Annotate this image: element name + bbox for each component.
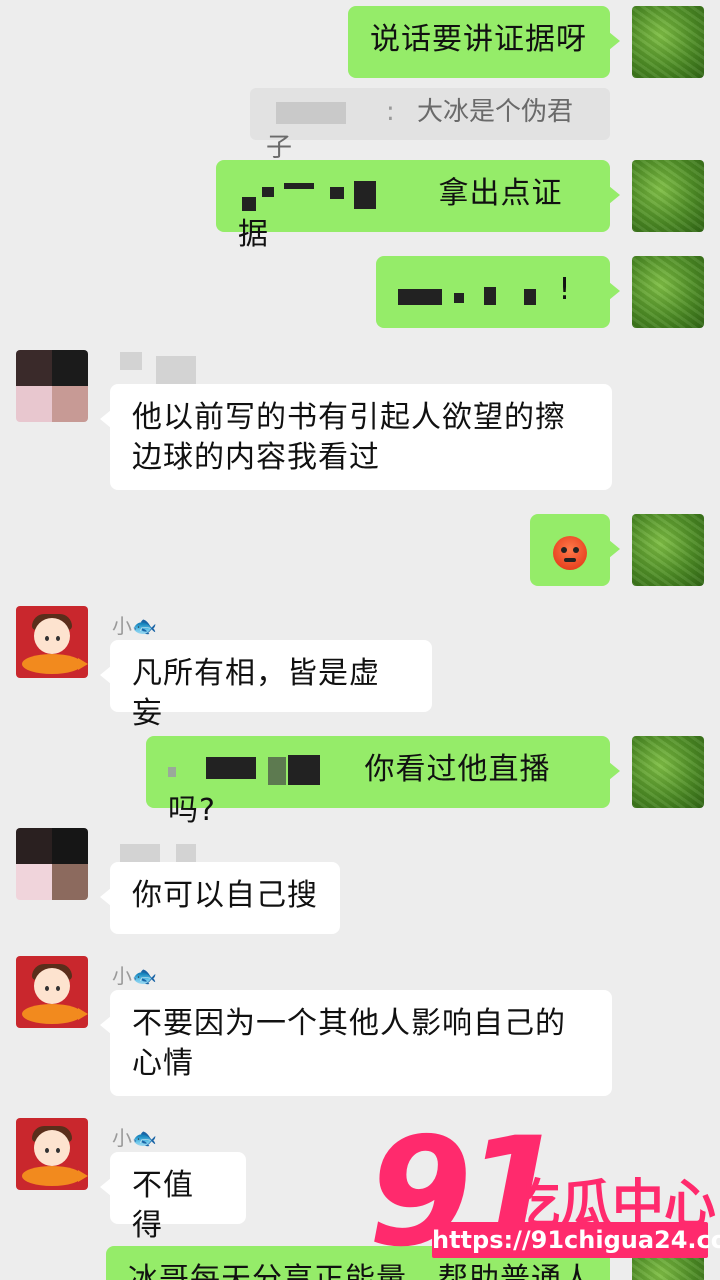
blurred-content xyxy=(238,175,408,215)
blurred-name xyxy=(276,101,346,124)
blurred-content xyxy=(398,271,548,311)
message-bubble[interactable]: 拿出点证据 xyxy=(216,160,620,252)
message-text: 不要因为一个其他人影响自己的心情 xyxy=(132,1006,566,1081)
message-bubble[interactable]: 你可以自己搜 xyxy=(100,862,340,934)
message-text: ! xyxy=(558,272,572,307)
message-text: 凡所有相，皆是虚妄 xyxy=(132,656,380,731)
message-text: 不值得 xyxy=(132,1168,194,1243)
angry-face-icon xyxy=(553,535,587,570)
my-avatar[interactable] xyxy=(632,6,704,78)
my-avatar[interactable] xyxy=(632,736,704,808)
sender-avatar[interactable] xyxy=(16,956,88,1028)
sender-avatar[interactable] xyxy=(16,350,88,422)
quoted-message[interactable]: : 大冰是个伪君子 xyxy=(250,88,610,163)
my-avatar[interactable] xyxy=(632,256,704,328)
message-bubble[interactable]: 不值得 xyxy=(100,1152,246,1243)
message-bubble[interactable]: ! xyxy=(376,256,620,328)
message-bubble[interactable]: 你看过他直播吗? xyxy=(146,736,620,828)
sender-name: 小🐟 xyxy=(112,964,157,988)
my-avatar[interactable] xyxy=(632,514,704,586)
blurred-content xyxy=(168,751,338,791)
sender-avatar[interactable] xyxy=(16,606,88,678)
sender-name: 小🐟 xyxy=(112,614,157,638)
message-text: 说话要讲证据呀 xyxy=(370,22,587,57)
sender-name: 小🐟 xyxy=(112,1126,157,1150)
message-bubble[interactable] xyxy=(530,514,620,586)
message-text: 你可以自己搜 xyxy=(132,878,318,913)
my-avatar[interactable] xyxy=(632,160,704,232)
message-bubble[interactable]: 不要因为一个其他人影响自己的心情 xyxy=(100,990,612,1096)
message-bubble[interactable]: 凡所有相，皆是虚妄 xyxy=(100,640,432,731)
sender-avatar[interactable] xyxy=(16,828,88,900)
message-text: 他以前写的书有引起人欲望的擦边球的内容我看过 xyxy=(132,400,566,475)
watermark-url: https://91chigua24.com xyxy=(432,1222,720,1258)
message-bubble[interactable]: 他以前写的书有引起人欲望的擦边球的内容我看过 xyxy=(100,384,612,490)
message-bubble[interactable]: 说话要讲证据呀 xyxy=(348,6,620,78)
sender-avatar[interactable] xyxy=(16,1118,88,1190)
